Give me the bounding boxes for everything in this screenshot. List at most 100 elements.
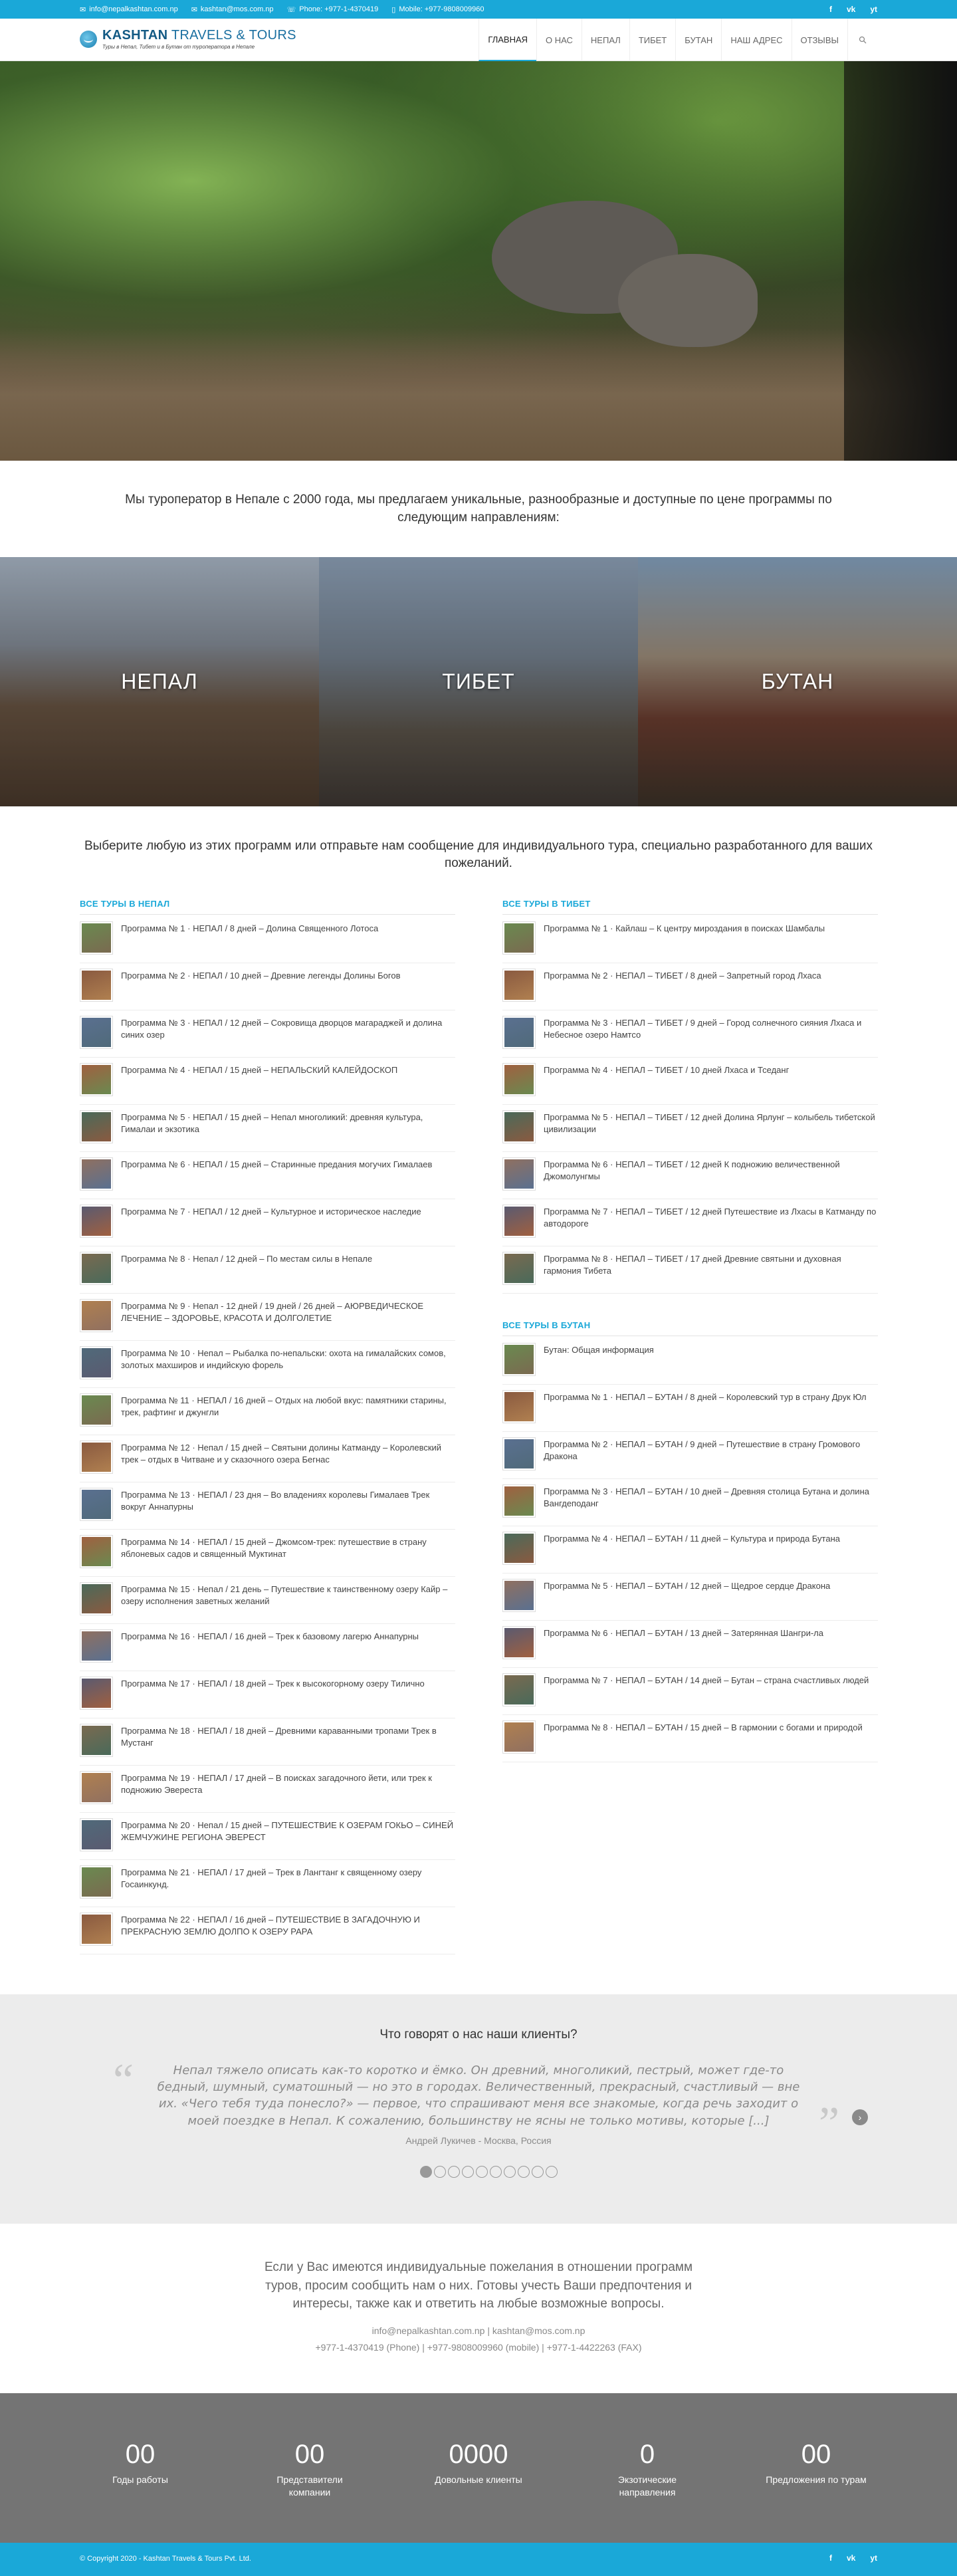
nav-about[interactable]: О НАС (536, 19, 582, 61)
tour-title-link[interactable]: Программа № 4 · НЕПАЛ – БУТАН / 11 дней … (544, 1532, 840, 1545)
tour-title-link[interactable]: Программа № 9 · Непал - 12 дней / 19 дне… (121, 1299, 455, 1324)
tour-thumbnail[interactable] (502, 1626, 536, 1659)
tour-thumbnail[interactable] (502, 1579, 536, 1612)
tour-list-item[interactable]: Программа № 21 · НЕПАЛ / 17 дней – Трек … (80, 1860, 455, 1907)
nav-address[interactable]: НАШ АДРЕС (721, 19, 791, 61)
nav-bhutan[interactable]: БУТАН (675, 19, 721, 61)
tour-thumbnail[interactable] (80, 1157, 113, 1191)
tour-title-link[interactable]: Программа № 16 · НЕПАЛ / 16 дней – Трек … (121, 1629, 419, 1643)
tour-thumbnail[interactable] (80, 1865, 113, 1899)
youtube-icon[interactable]: yt (870, 2553, 877, 2563)
tour-title-link[interactable]: Программа № 10 · Непал – Рыбалка по-непа… (121, 1346, 455, 1371)
tour-thumbnail[interactable] (80, 969, 113, 1002)
tour-thumbnail[interactable] (80, 1016, 113, 1049)
tour-title-link[interactable]: Программа № 22 · НЕПАЛ / 16 дней – ПУТЕШ… (121, 1913, 455, 1937)
tour-thumbnail[interactable] (80, 1205, 113, 1238)
tour-title-link[interactable]: Программа № 7 · НЕПАЛ – БУТАН / 14 дней … (544, 1673, 869, 1687)
tile-nepal[interactable]: НЕПАЛ (0, 557, 319, 806)
tour-thumbnail[interactable] (502, 969, 536, 1002)
tour-title-link[interactable]: Программа № 4 · НЕПАЛ – ТИБЕТ / 10 дней … (544, 1063, 789, 1076)
tour-list-item[interactable]: Программа № 20 · Непал / 15 дней – ПУТЕШ… (80, 1813, 455, 1860)
facebook-icon[interactable]: f (829, 2553, 832, 2563)
tour-list-item[interactable]: Программа № 4 · НЕПАЛ – БУТАН / 11 дней … (502, 1526, 878, 1574)
carousel-dot[interactable] (546, 2166, 558, 2178)
testimonial-quote[interactable]: Непал тяжело описать как-то коротко и ём… (152, 2062, 805, 2129)
tour-list-item[interactable]: Бутан: Общая информация (502, 1338, 878, 1385)
tour-title-link[interactable]: Программа № 5 · НЕПАЛ / 15 дней – Непал … (121, 1110, 455, 1135)
tour-title-link[interactable]: Программа № 8 · Непал / 12 дней – По мес… (121, 1252, 372, 1265)
tour-list-item[interactable]: Программа № 5 · НЕПАЛ / 15 дней – Непал … (80, 1105, 455, 1152)
tour-list-item[interactable]: Программа № 7 · НЕПАЛ – ТИБЕТ / 12 дней … (502, 1199, 878, 1246)
tour-list-item[interactable]: Программа № 3 · НЕПАЛ – ТИБЕТ / 9 дней –… (502, 1010, 878, 1058)
nepal-tours-heading[interactable]: ВСЕ ТУРЫ В НЕПАЛ (80, 899, 455, 915)
vk-icon[interactable]: vk (847, 5, 855, 14)
tour-thumbnail[interactable] (502, 1720, 536, 1754)
tour-list-item[interactable]: Программа № 12 · Непал / 15 дней – Святы… (80, 1435, 455, 1482)
email-info[interactable]: ✉ info@nepalkashtan.com.np (80, 5, 178, 14)
tour-thumbnail[interactable] (80, 1063, 113, 1096)
tour-title-link[interactable]: Программа № 15 · Непал / 21 день – Путеш… (121, 1582, 455, 1607)
carousel-dot[interactable] (462, 2166, 474, 2178)
tour-title-link[interactable]: Программа № 6 · НЕПАЛ / 15 дней – Старин… (121, 1157, 432, 1171)
tour-list-item[interactable]: Программа № 14 · НЕПАЛ / 15 дней – Джомс… (80, 1530, 455, 1577)
tour-list-item[interactable]: Программа № 8 · НЕПАЛ – БУТАН / 15 дней … (502, 1715, 878, 1762)
tour-title-link[interactable]: Программа № 17 · НЕПАЛ / 18 дней – Трек … (121, 1677, 425, 1690)
carousel-dot[interactable] (504, 2166, 516, 2178)
tour-thumbnail[interactable] (502, 1437, 536, 1470)
tour-thumbnail[interactable] (80, 1535, 113, 1568)
tour-title-link[interactable]: Программа № 2 · НЕПАЛ – ТИБЕТ / 8 дней –… (544, 969, 821, 982)
next-arrow-icon[interactable]: › (852, 2109, 868, 2125)
tour-list-item[interactable]: Программа № 16 · НЕПАЛ / 16 дней – Трек … (80, 1624, 455, 1671)
carousel-dot[interactable] (434, 2166, 446, 2178)
tour-list-item[interactable]: Программа № 5 · НЕПАЛ – ТИБЕТ / 12 дней … (502, 1105, 878, 1152)
tour-title-link[interactable]: Программа № 1 · НЕПАЛ / 8 дней – Долина … (121, 921, 378, 935)
tour-title-link[interactable]: Программа № 1 · Кайлаш – К центру мирозд… (544, 921, 825, 935)
carousel-dot[interactable] (490, 2166, 502, 2178)
tour-list-item[interactable]: Программа № 3 · НЕПАЛ / 12 дней – Сокров… (80, 1010, 455, 1058)
tour-list-item[interactable]: Программа № 4 · НЕПАЛ / 15 дней – НЕПАЛЬ… (80, 1058, 455, 1105)
tour-list-item[interactable]: Программа № 3 · НЕПАЛ – БУТАН / 10 дней … (502, 1479, 878, 1526)
tour-thumbnail[interactable] (80, 1299, 113, 1332)
tibet-tours-heading[interactable]: ВСЕ ТУРЫ В ТИБЕТ (502, 899, 878, 915)
tour-list-item[interactable]: Программа № 19 · НЕПАЛ / 17 дней – В пои… (80, 1766, 455, 1813)
tour-thumbnail[interactable] (502, 1157, 536, 1191)
tour-thumbnail[interactable] (80, 1110, 113, 1143)
tour-thumbnail[interactable] (80, 1252, 113, 1285)
nav-home[interactable]: ГЛАВНАЯ (478, 19, 537, 61)
facebook-icon[interactable]: f (829, 5, 832, 14)
tour-list-item[interactable]: Программа № 2 · НЕПАЛ – БУТАН / 9 дней –… (502, 1432, 878, 1479)
tour-list-item[interactable]: Программа № 22 · НЕПАЛ / 16 дней – ПУТЕШ… (80, 1907, 455, 1954)
tour-thumbnail[interactable] (80, 1582, 113, 1615)
tour-list-item[interactable]: Программа № 9 · Непал - 12 дней / 19 дне… (80, 1294, 455, 1341)
tour-list-item[interactable]: Программа № 1 · НЕПАЛ / 8 дней – Долина … (80, 916, 455, 963)
nav-nepal[interactable]: НЕПАЛ (581, 19, 629, 61)
tour-thumbnail[interactable] (502, 921, 536, 955)
tour-title-link[interactable]: Программа № 7 · НЕПАЛ – ТИБЕТ / 12 дней … (544, 1205, 878, 1229)
site-logo[interactable]: KASHTAN TRAVELS & TOURS Туры в Непал, Ти… (80, 28, 296, 50)
tour-title-link[interactable]: Программа № 6 · НЕПАЛ – ТИБЕТ / 12 дней … (544, 1157, 878, 1182)
tour-thumbnail[interactable] (502, 1063, 536, 1096)
tour-thumbnail[interactable] (80, 1441, 113, 1474)
tour-title-link[interactable]: Программа № 14 · НЕПАЛ / 15 дней – Джомс… (121, 1535, 455, 1560)
tour-thumbnail[interactable] (80, 921, 113, 955)
tour-list-item[interactable]: Программа № 6 · НЕПАЛ – ТИБЕТ / 12 дней … (502, 1152, 878, 1199)
tour-list-item[interactable]: Программа № 10 · Непал – Рыбалка по-непа… (80, 1341, 455, 1388)
tour-thumbnail[interactable] (502, 1484, 536, 1518)
tour-thumbnail[interactable] (80, 1393, 113, 1427)
bhutan-tours-heading[interactable]: ВСЕ ТУРЫ В БУТАН (502, 1320, 878, 1336)
tour-thumbnail[interactable] (80, 1346, 113, 1379)
tour-title-link[interactable]: Программа № 5 · НЕПАЛ – БУТАН / 12 дней … (544, 1579, 830, 1592)
tour-list-item[interactable]: Программа № 8 · Непал / 12 дней – По мес… (80, 1246, 455, 1294)
carousel-dot[interactable] (476, 2166, 488, 2178)
tour-thumbnail[interactable] (502, 1252, 536, 1285)
email-kashtan[interactable]: ✉ kashtan@mos.com.np (191, 5, 274, 14)
tour-thumbnail[interactable] (502, 1110, 536, 1143)
tour-title-link[interactable]: Программа № 20 · Непал / 15 дней – ПУТЕШ… (121, 1818, 455, 1843)
tile-bhutan[interactable]: БУТАН (638, 557, 957, 806)
carousel-dot[interactable] (420, 2166, 432, 2178)
tour-title-link[interactable]: Программа № 3 · НЕПАЛ – ТИБЕТ / 9 дней –… (544, 1016, 878, 1040)
tour-thumbnail[interactable] (80, 1818, 113, 1851)
carousel-dot[interactable] (532, 2166, 544, 2178)
tour-thumbnail[interactable] (80, 1724, 113, 1757)
carousel-dot[interactable] (448, 2166, 460, 2178)
